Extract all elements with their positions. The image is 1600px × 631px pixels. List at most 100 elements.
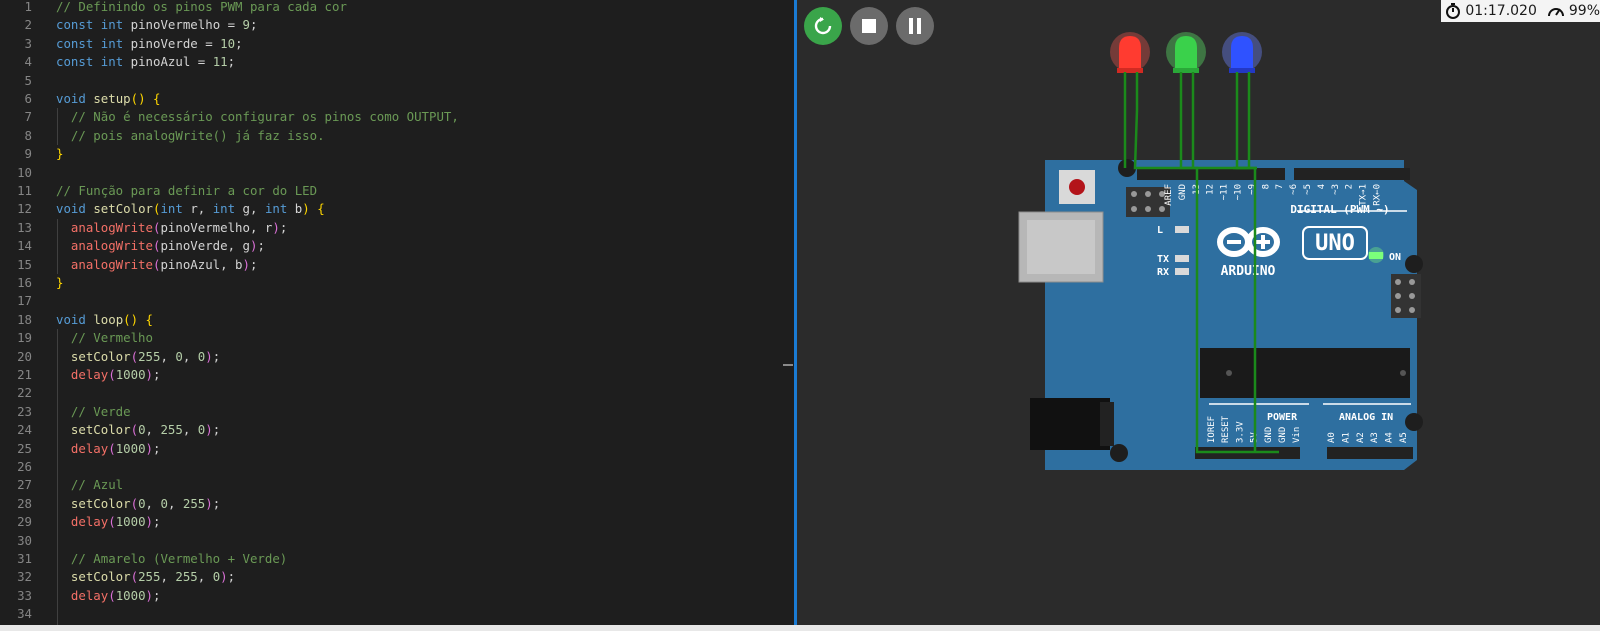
timer-text: 01:17.020 bbox=[1465, 3, 1537, 19]
code-line[interactable]: 15 analogWrite(pinoAzul, b); bbox=[0, 256, 794, 274]
pin-label: A4 bbox=[1385, 432, 1395, 443]
code-line[interactable]: 7 // Não é necessário configurar os pino… bbox=[0, 108, 794, 126]
code-line[interactable]: 16} bbox=[0, 274, 794, 292]
line-number: 27 bbox=[17, 477, 32, 493]
code-line[interactable]: 14 analogWrite(pinoVerde, g); bbox=[0, 237, 794, 255]
code-text: setColor(0, 0, 255); bbox=[70, 495, 221, 511]
speedometer-icon bbox=[1547, 8, 1564, 17]
on-label: ON bbox=[1389, 252, 1401, 263]
code-line[interactable]: 4 const int pinoAzul = 11; bbox=[0, 53, 794, 71]
code-line[interactable]: 29 delay(1000); bbox=[0, 513, 794, 531]
code-line[interactable]: 31 // Amarelo (Vermelho + Verde) bbox=[0, 550, 794, 568]
pin-label: 2 bbox=[1345, 184, 1355, 189]
code-line[interactable]: 25 delay(1000); bbox=[0, 440, 794, 458]
code-line[interactable]: 12 void setColor(int r, int g, int b) { bbox=[0, 200, 794, 218]
pin-label: Vin bbox=[1292, 427, 1302, 443]
code-line[interactable]: 24 setColor(0, 255, 0); bbox=[0, 421, 794, 439]
pin-label: GND bbox=[1264, 427, 1274, 443]
code-line[interactable]: 2 const int pinoVermelho = 9; bbox=[0, 16, 794, 34]
code-text: // Função para definir a cor do LED bbox=[56, 183, 318, 198]
pin-label: 7 bbox=[1275, 184, 1285, 189]
timer-icon bbox=[1446, 3, 1461, 19]
code-line[interactable]: 10 bbox=[0, 164, 794, 182]
code-line[interactable]: 1 // Definindo os pinos PWM para cada cor bbox=[0, 0, 794, 16]
line-number: 25 bbox=[17, 440, 32, 456]
code-line[interactable]: 30 bbox=[0, 532, 794, 550]
restart-icon bbox=[814, 17, 832, 35]
code-text: // Definindo os pinos PWM para cada cor bbox=[56, 0, 347, 14]
led-green[interactable] bbox=[1166, 32, 1206, 73]
line-number: 29 bbox=[17, 514, 32, 530]
code-line[interactable]: 11 // Função para definir a cor do LED bbox=[0, 182, 794, 200]
code-line[interactable]: 28 setColor(0, 0, 255); bbox=[0, 495, 794, 513]
code-text: // Não é necessário configurar os pinos … bbox=[70, 109, 459, 125]
pin-label: A3 bbox=[1370, 432, 1380, 443]
indent-guide bbox=[57, 218, 58, 274]
speed-text: 99% bbox=[1568, 3, 1600, 19]
line-number: 8 bbox=[24, 127, 32, 143]
line-number: 5 bbox=[24, 72, 32, 88]
stop-icon bbox=[862, 19, 876, 33]
arduino-circuit: UNO ARDUINO DIGITAL (PWM ~) ON L TX RX P… bbox=[1018, 32, 1423, 470]
code-line[interactable]: 3 const int pinoVerde = 10; bbox=[0, 35, 794, 53]
code-text: setColor(255, 0, 0); bbox=[70, 348, 221, 364]
resize-handle[interactable] bbox=[783, 364, 793, 366]
code-line[interactable]: 33 delay(1000); bbox=[0, 587, 794, 605]
line-number: 6 bbox=[24, 91, 32, 106]
code-text: void loop() { bbox=[56, 311, 154, 327]
line-number: 21 bbox=[17, 367, 32, 382]
code-text: // Vermelho bbox=[70, 330, 153, 346]
line-number: 12 bbox=[17, 201, 32, 217]
line-number: 2 bbox=[24, 17, 32, 33]
pin-label: IOREF bbox=[1207, 416, 1217, 443]
code-line[interactable]: 18 void loop() { bbox=[0, 311, 794, 329]
line-number: 18 bbox=[17, 311, 32, 327]
line-number: 26 bbox=[17, 459, 32, 474]
indent-guide bbox=[57, 108, 58, 146]
code-line[interactable]: 9} bbox=[0, 145, 794, 163]
pin-label: GND bbox=[1178, 184, 1188, 200]
code-text: // pois analogWrite() já faz isso. bbox=[70, 127, 325, 143]
code-line[interactable]: 19 // Vermelho bbox=[0, 329, 794, 347]
code-line[interactable]: 27 // Azul bbox=[0, 476, 794, 494]
board-model: UNO bbox=[1315, 231, 1355, 256]
code-line[interactable]: 13 analogWrite(pinoVermelho, r); bbox=[0, 219, 794, 237]
pin-label: A2 bbox=[1356, 432, 1366, 443]
code-line[interactable]: 34 bbox=[0, 605, 794, 623]
line-number: 4 bbox=[24, 54, 32, 70]
rx-label: RX bbox=[1157, 267, 1169, 278]
code-line[interactable]: 26 bbox=[0, 458, 794, 476]
code-text: delay(1000); bbox=[70, 514, 161, 530]
pin-label: A0 bbox=[1327, 432, 1337, 443]
code-text: analogWrite(pinoAzul, b); bbox=[70, 256, 258, 272]
board-brand: ARDUINO bbox=[1221, 264, 1276, 279]
pin-label: ~11 bbox=[1220, 184, 1230, 200]
restart-button[interactable] bbox=[804, 7, 842, 45]
code-line[interactable]: 21 delay(1000); bbox=[0, 366, 794, 384]
code-text: // Azul bbox=[70, 477, 124, 493]
stop-button[interactable] bbox=[850, 7, 888, 45]
code-text: void setup() { bbox=[56, 91, 161, 106]
code-line[interactable]: 8 // pois analogWrite() já faz isso. bbox=[0, 127, 794, 145]
code-line[interactable]: 6 void setup() { bbox=[0, 90, 794, 108]
line-number: 23 bbox=[17, 403, 32, 419]
code-text: } bbox=[56, 275, 64, 290]
pause-button[interactable] bbox=[896, 7, 934, 45]
code-text: setColor(0, 255, 0); bbox=[70, 422, 221, 438]
code-line[interactable]: 5 bbox=[0, 72, 794, 90]
led-blue[interactable] bbox=[1222, 32, 1262, 73]
led-red[interactable] bbox=[1110, 32, 1150, 73]
code-line[interactable]: 32 setColor(255, 255, 0); bbox=[0, 568, 794, 586]
code-line[interactable]: 17 bbox=[0, 292, 794, 310]
line-number: 17 bbox=[17, 293, 32, 309]
code-text: delay(1000); bbox=[70, 440, 161, 456]
code-line[interactable]: 23 // Verde bbox=[0, 403, 794, 421]
code-editor[interactable]: 1 // Definindo os pinos PWM para cada cor… bbox=[0, 0, 794, 625]
code-line[interactable]: 22 bbox=[0, 384, 794, 402]
pin-label: 4 bbox=[1317, 184, 1327, 189]
code-line[interactable]: 20 setColor(255, 0, 0); bbox=[0, 348, 794, 366]
code-text: analogWrite(pinoVerde, g); bbox=[70, 238, 265, 254]
sim-stats: 01:17.020 99% bbox=[1441, 0, 1600, 22]
code-text: const int pinoAzul = 11; bbox=[56, 54, 236, 70]
code-text: setColor(255, 255, 0); bbox=[70, 569, 236, 585]
